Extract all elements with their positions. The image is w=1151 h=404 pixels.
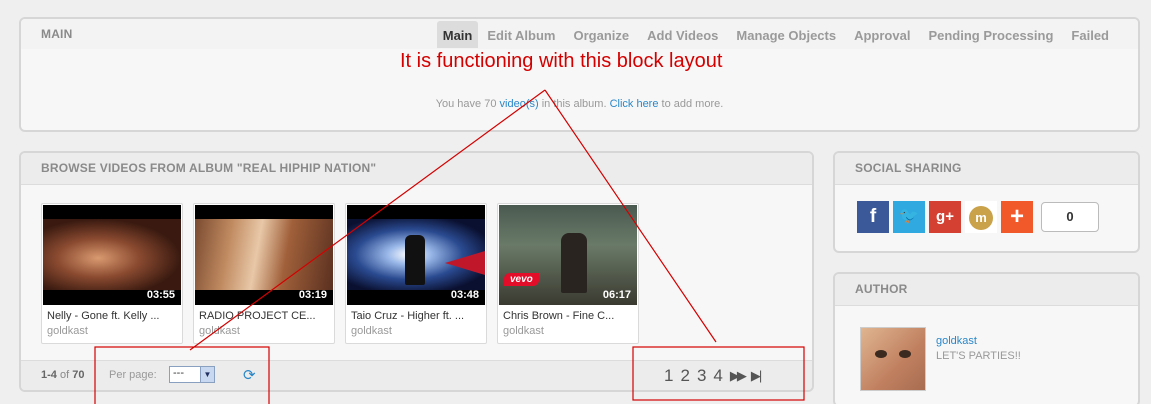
refresh-icon[interactable]: ⟳: [243, 366, 256, 384]
info-prefix: You have 70: [435, 98, 500, 110]
video-user[interactable]: goldkast: [503, 325, 544, 337]
tab-failed[interactable]: Failed: [1062, 21, 1118, 48]
per-page-label: Per page:: [109, 369, 157, 381]
video-title[interactable]: Nelly - Gone ft. Kelly ...: [47, 310, 179, 322]
album-tabs: Main Edit Album Organize Add Videos Mana…: [436, 21, 1118, 48]
video-list: 03:55 Nelly - Gone ft. Kelly ... goldkas…: [41, 203, 639, 344]
video-thumbnail[interactable]: 03:55: [43, 205, 181, 305]
video-title[interactable]: RADIO PROJECT CE...: [199, 310, 331, 322]
browse-footer: 1-4 of 70 Per page: --- ▼ ⟳ 1 2 3 4 ▶▶ ▶…: [21, 360, 812, 390]
video-thumbnail[interactable]: vevo 06:17: [499, 205, 637, 305]
panel-header: SOCIAL SHARING: [835, 153, 1138, 185]
panel-header: AUTHOR: [835, 274, 1138, 306]
panel-title: SOCIAL SHARING: [855, 161, 962, 175]
video-thumbnail[interactable]: 03:19: [195, 205, 333, 305]
panel-title: AUTHOR: [855, 282, 908, 296]
video-title[interactable]: Chris Brown - Fine C...: [503, 310, 635, 322]
album-main-panel: MAIN Main Edit Album Organize Add Videos…: [19, 17, 1140, 132]
video-duration: 03:19: [298, 289, 327, 301]
panel-title: BROWSE VIDEOS FROM ALBUM "REAL HIPHIP NA…: [41, 161, 377, 175]
album-info-text: You have 70 video(s) in this album. Clic…: [21, 98, 1138, 110]
page-link-3[interactable]: 3: [697, 366, 706, 386]
author-tagline: LET'S PARTIES!!: [936, 350, 1021, 362]
video-duration: 03:48: [450, 289, 479, 301]
browse-videos-panel: BROWSE VIDEOS FROM ALBUM "REAL HIPHIP NA…: [19, 151, 814, 392]
video-duration: 06:17: [602, 289, 631, 301]
info-suffix: to add more.: [658, 98, 724, 110]
page-link-2[interactable]: 2: [680, 366, 689, 386]
per-page-value: ---: [173, 367, 184, 379]
tab-approval[interactable]: Approval: [845, 21, 919, 48]
count-of: of: [59, 369, 70, 381]
result-count: 1-4 of 70: [41, 369, 84, 381]
page-link-4[interactable]: 4: [713, 366, 722, 386]
video-thumbnail[interactable]: 03:48: [347, 205, 485, 305]
social-sharing-panel: SOCIAL SHARING f 🐦 g+ m + 0: [833, 151, 1140, 253]
twitter-icon[interactable]: 🐦: [893, 201, 925, 233]
video-card[interactable]: 03:19 RADIO PROJECT CE... goldkast: [193, 203, 335, 344]
per-page-select[interactable]: --- ▼: [169, 366, 215, 383]
video-title[interactable]: Taio Cruz - Higher ft. ...: [351, 310, 483, 322]
tab-edit-album[interactable]: Edit Album: [478, 21, 564, 48]
panel-title: MAIN: [41, 27, 73, 41]
author-name[interactable]: goldkast: [936, 335, 977, 347]
tab-pending-processing[interactable]: Pending Processing: [919, 21, 1062, 48]
tab-manage-objects[interactable]: Manage Objects: [727, 21, 845, 48]
video-card[interactable]: 03:48 Taio Cruz - Higher ft. ... goldkas…: [345, 203, 487, 344]
google-plus-icon[interactable]: g+: [929, 201, 961, 233]
facebook-icon[interactable]: f: [857, 201, 889, 233]
mixx-glyph: m: [969, 206, 993, 230]
skip-last-icon[interactable]: ▶|: [751, 368, 762, 384]
share-buttons: f 🐦 g+ m +: [857, 201, 1033, 233]
video-user[interactable]: goldkast: [47, 325, 88, 337]
video-user[interactable]: goldkast: [351, 325, 392, 337]
pagination: 1 2 3 4 ▶▶ ▶|: [664, 366, 762, 386]
info-middle: in this album.: [538, 98, 610, 110]
video-card[interactable]: 03:55 Nelly - Gone ft. Kelly ... goldkas…: [41, 203, 183, 344]
tab-organize[interactable]: Organize: [564, 21, 638, 48]
videos-link[interactable]: video(s): [500, 98, 539, 110]
avatar[interactable]: [860, 327, 926, 391]
video-card[interactable]: vevo 06:17 Chris Brown - Fine C... goldk…: [497, 203, 639, 344]
panel-header: BROWSE VIDEOS FROM ALBUM "REAL HIPHIP NA…: [21, 153, 812, 185]
count-range: 1-4: [41, 369, 57, 381]
click-here-link[interactable]: Click here: [610, 98, 659, 110]
annotation-text: It is functioning with this block layout: [400, 50, 723, 72]
panel-header: MAIN Main Edit Album Organize Add Videos…: [21, 19, 1138, 49]
tab-add-videos[interactable]: Add Videos: [638, 21, 727, 48]
page-link-1[interactable]: 1: [664, 366, 673, 386]
vevo-badge: vevo: [504, 273, 539, 286]
tab-main[interactable]: Main: [436, 21, 479, 48]
mixx-icon[interactable]: m: [965, 201, 997, 233]
addthis-icon[interactable]: +: [1001, 201, 1033, 233]
share-count: 0: [1041, 202, 1099, 232]
fast-forward-icon[interactable]: ▶▶: [730, 368, 747, 384]
chevron-down-icon[interactable]: ▼: [200, 367, 214, 382]
count-total: 70: [72, 369, 85, 381]
video-duration: 03:55: [146, 289, 175, 301]
video-user[interactable]: goldkast: [199, 325, 240, 337]
author-panel: AUTHOR goldkast LET'S PARTIES!!: [833, 272, 1140, 404]
